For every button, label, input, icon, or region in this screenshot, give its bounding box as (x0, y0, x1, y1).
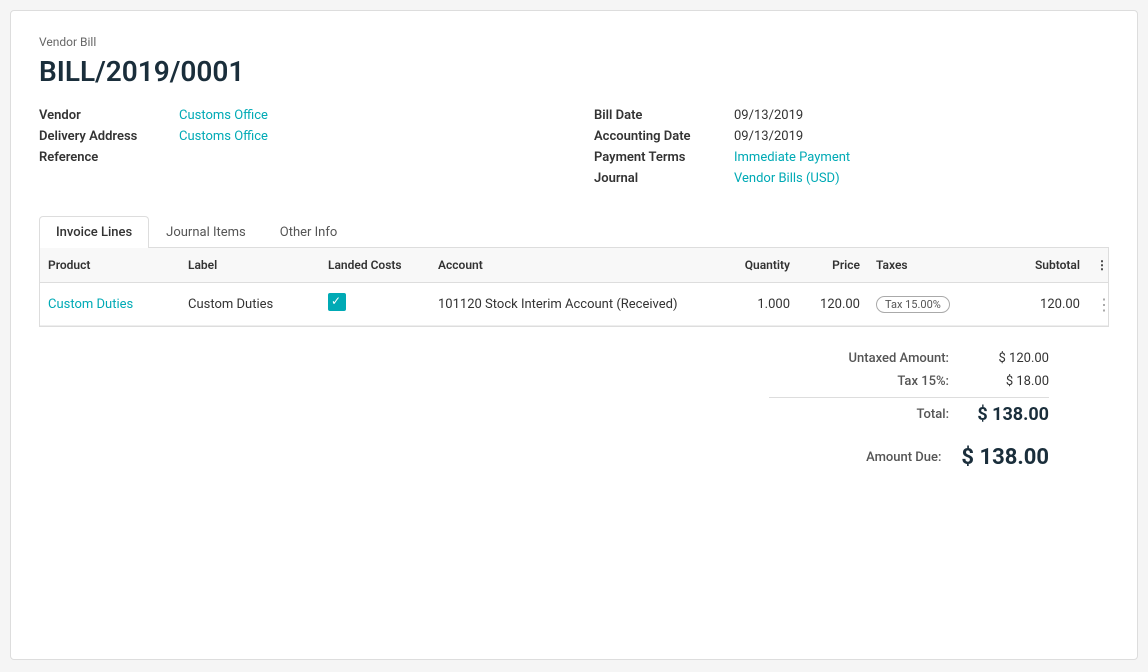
form-right: Bill Date 09/13/2019 Accounting Date 09/… (594, 108, 1109, 192)
untaxed-amount-row: Untaxed Amount: $ 120.00 (769, 347, 1049, 370)
tax-label: Tax 15%: (769, 374, 969, 389)
form-left: Vendor Customs Office Delivery Address C… (39, 108, 554, 192)
delivery-label: Delivery Address (39, 129, 179, 144)
accounting-date-value[interactable]: 09/13/2019 (734, 129, 803, 144)
reference-label: Reference (39, 150, 179, 165)
totals-table: Untaxed Amount: $ 120.00 Tax 15%: $ 18.0… (769, 347, 1049, 474)
document-type: Vendor Bill (39, 35, 1109, 49)
cell-subtotal: 120.00 (998, 293, 1088, 316)
cell-product[interactable]: Custom Duties (40, 293, 180, 316)
amount-due-label: Amount Due: (769, 450, 961, 465)
tab-bar: Invoice Lines Journal Items Other Info (39, 216, 1109, 248)
bill-date-row: Bill Date 09/13/2019 (594, 108, 1109, 123)
tax-row: Tax 15%: $ 18.00 (769, 370, 1049, 393)
journal-row: Journal Vendor Bills (USD) (594, 171, 1109, 186)
table-row: Custom Duties Custom Duties 101120 Stock… (40, 283, 1108, 326)
document-title: BILL/2019/0001 (39, 55, 1109, 88)
vendor-value[interactable]: Customs Office (179, 108, 268, 123)
tab-journal-items[interactable]: Journal Items (149, 216, 263, 248)
cell-taxes: Tax 15.00% (868, 292, 998, 317)
journal-label: Journal (594, 171, 734, 186)
col-header-subtotal: Subtotal (998, 254, 1088, 276)
col-header-label: Label (180, 254, 320, 276)
cell-label: Custom Duties (180, 293, 320, 316)
tax-value: $ 18.00 (969, 374, 1049, 389)
payment-terms-value[interactable]: Immediate Payment (734, 150, 850, 165)
accounting-date-label: Accounting Date (594, 129, 734, 144)
landed-costs-checkbox[interactable] (328, 293, 346, 311)
cell-landed-costs[interactable] (320, 289, 430, 319)
col-header-price: Price (798, 254, 868, 276)
row-menu[interactable]: ⋮ (1088, 291, 1108, 318)
cell-quantity: 1.000 (708, 293, 798, 316)
col-header-taxes: Taxes (868, 254, 998, 276)
total-label: Total: (769, 407, 969, 422)
col-header-landed-costs: Landed Costs (320, 254, 430, 276)
untaxed-label: Untaxed Amount: (769, 351, 969, 366)
journal-value[interactable]: Vendor Bills (USD) (734, 171, 840, 186)
bill-date-value[interactable]: 09/13/2019 (734, 108, 803, 123)
invoice-lines-table: Product Label Landed Costs Account Quant… (39, 248, 1109, 327)
amount-due-row: Amount Due: $ 138.00 (769, 437, 1049, 474)
amount-due-value: $ 138.00 (961, 445, 1049, 470)
tab-other-info[interactable]: Other Info (263, 216, 355, 248)
delivery-value[interactable]: Customs Office (179, 129, 268, 144)
payment-terms-row: Payment Terms Immediate Payment (594, 150, 1109, 165)
accounting-date-row: Accounting Date 09/13/2019 (594, 129, 1109, 144)
total-value: $ 138.00 (969, 404, 1049, 425)
delivery-address-row: Delivery Address Customs Office (39, 129, 554, 144)
form-section: Vendor Customs Office Delivery Address C… (39, 108, 1109, 192)
col-header-product: Product (40, 254, 180, 276)
vendor-bill-page: Vendor Bill BILL/2019/0001 Vendor Custom… (10, 10, 1138, 660)
reference-row: Reference (39, 150, 554, 165)
vendor-row: Vendor Customs Office (39, 108, 554, 123)
untaxed-value: $ 120.00 (969, 351, 1049, 366)
vendor-label: Vendor (39, 108, 179, 123)
totals-section: Untaxed Amount: $ 120.00 Tax 15%: $ 18.0… (39, 347, 1109, 474)
col-header-account: Account (430, 254, 708, 276)
cell-price: 120.00 (798, 293, 868, 316)
payment-terms-label: Payment Terms (594, 150, 734, 165)
col-header-quantity: Quantity (708, 254, 798, 276)
bill-date-label: Bill Date (594, 108, 734, 123)
table-header: Product Label Landed Costs Account Quant… (40, 248, 1108, 283)
col-header-menu: ⋮ (1088, 254, 1108, 276)
tax-badge: Tax 15.00% (876, 296, 950, 313)
total-row: Total: $ 138.00 (769, 397, 1049, 429)
tab-invoice-lines[interactable]: Invoice Lines (39, 216, 149, 248)
cell-account: 101120 Stock Interim Account (Received) (430, 293, 708, 316)
